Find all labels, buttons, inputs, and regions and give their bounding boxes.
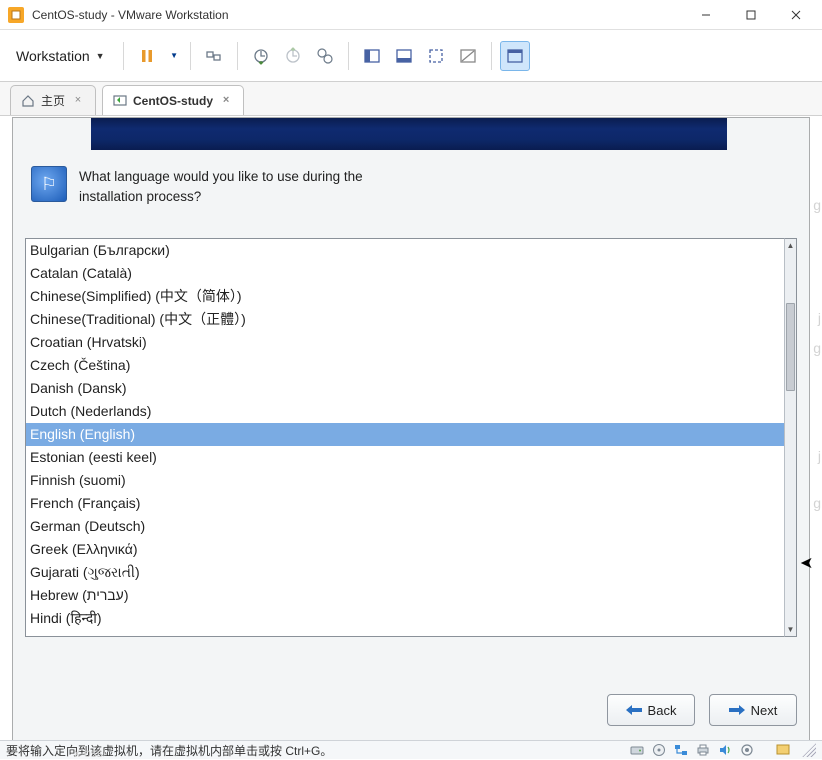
back-button-label: Back (648, 703, 677, 718)
harddisk-icon[interactable] (628, 742, 646, 758)
language-listbox[interactable]: Bulgarian (Български)Catalan (Català)Chi… (25, 238, 784, 637)
view-console-button[interactable] (389, 41, 419, 71)
view-sidebar-button[interactable] (357, 41, 387, 71)
network-icon[interactable] (672, 742, 690, 758)
language-option[interactable]: Bulgarian (Български) (26, 239, 784, 262)
bg-text: j (818, 448, 821, 464)
cdrom-icon[interactable] (650, 742, 668, 758)
unity-button[interactable] (453, 41, 483, 71)
tab-close-icon[interactable]: × (71, 94, 85, 108)
power-dropdown[interactable]: ▼ (164, 41, 182, 71)
next-button-label: Next (751, 703, 778, 718)
language-option[interactable]: Croatian (Hrvatski) (26, 331, 784, 354)
snapshot-revert-button[interactable] (278, 41, 308, 71)
prompt-line-1: What language would you like to use duri… (79, 167, 363, 187)
snapshot-manager-button[interactable] (310, 41, 340, 71)
language-option[interactable]: Czech (Čeština) (26, 354, 784, 377)
separator (123, 42, 124, 70)
language-option[interactable]: English (English) (26, 423, 784, 446)
bg-text: j (818, 310, 821, 326)
scroll-thumb[interactable] (786, 303, 795, 391)
pause-button[interactable] (132, 41, 162, 71)
bg-text: g (813, 340, 821, 356)
installer-prompt: What language would you like to use duri… (79, 166, 363, 206)
vmware-app-icon (8, 7, 24, 23)
titlebar: CentOS-study - VMware Workstation (0, 0, 822, 30)
status-device-icons (628, 742, 816, 758)
message-log-icon[interactable] (774, 742, 792, 758)
minimize-button[interactable] (683, 0, 728, 29)
separator (491, 42, 492, 70)
language-option[interactable]: Chinese(Simplified) (中文（简体）) (26, 285, 784, 308)
language-option[interactable]: Dutch (Nederlands) (26, 400, 784, 423)
language-option[interactable]: Danish (Dansk) (26, 377, 784, 400)
chevron-down-icon: ▼ (96, 51, 105, 61)
language-option[interactable]: Gujarati (ગુજરાતી) (26, 561, 784, 584)
sound-icon[interactable] (716, 742, 734, 758)
installer-banner (91, 118, 727, 150)
maximize-button[interactable] (728, 0, 773, 29)
bg-text: g (813, 495, 821, 511)
tab-vm[interactable]: CentOS-study × (102, 85, 244, 115)
tab-bar: 主页 × CentOS-study × (0, 82, 822, 116)
language-option[interactable]: French (Français) (26, 492, 784, 515)
language-option[interactable]: Finnish (suomi) (26, 469, 784, 492)
window-title: CentOS-study - VMware Workstation (32, 8, 683, 22)
tab-home-label: 主页 (41, 92, 65, 109)
fullscreen-button[interactable] (421, 41, 451, 71)
snapshot-take-button[interactable] (246, 41, 276, 71)
bg-text: g (813, 197, 821, 213)
send-ctrl-alt-del-button[interactable] (199, 41, 229, 71)
separator (348, 42, 349, 70)
stretch-guest-button[interactable] (500, 41, 530, 71)
toolbar: Workstation ▼ ▼ (0, 30, 822, 82)
usb-icon[interactable] (738, 742, 756, 758)
language-option[interactable]: Chinese(Traditional) (中文（正體）) (26, 308, 784, 331)
status-bar: 要将输入定向到该虚拟机，请在虚拟机内部单击或按 Ctrl+G。 (0, 740, 822, 759)
next-button[interactable]: Next (709, 694, 797, 726)
workstation-menu-label: Workstation (16, 48, 90, 64)
bg-bottom-text: x-oss- (74, 746, 107, 760)
language-option[interactable]: Catalan (Català) (26, 262, 784, 285)
vm-display-area[interactable]: ⚐ What language would you like to use du… (12, 117, 810, 746)
arrow-left-icon (626, 705, 642, 715)
prompt-line-2: installation process? (79, 187, 363, 207)
home-icon (21, 94, 35, 108)
language-option[interactable]: Hindi (हिन्दी) (26, 607, 784, 630)
close-button[interactable] (773, 0, 818, 29)
printer-icon[interactable] (694, 742, 712, 758)
language-globe-icon: ⚐ (31, 166, 67, 202)
workstation-menu[interactable]: Workstation ▼ (6, 44, 115, 68)
language-option[interactable]: Estonian (eesti keel) (26, 446, 784, 469)
tab-vm-label: CentOS-study (133, 94, 213, 108)
cursor-icon: ➤ (800, 553, 813, 573)
scroll-down-icon[interactable]: ▼ (785, 623, 796, 636)
language-option[interactable]: Hebrew (עברית) (26, 584, 784, 607)
language-scrollbar[interactable]: ▲ ▼ (784, 238, 797, 637)
tab-close-icon[interactable]: × (219, 94, 233, 108)
language-option[interactable]: Greek (Ελληνικά) (26, 538, 784, 561)
vm-icon (113, 94, 127, 108)
separator (237, 42, 238, 70)
resize-grip-icon[interactable] (802, 743, 816, 757)
arrow-right-icon (729, 705, 745, 715)
language-option[interactable]: German (Deutsch) (26, 515, 784, 538)
back-button[interactable]: Back (607, 694, 695, 726)
scroll-up-icon[interactable]: ▲ (785, 239, 796, 252)
separator (190, 42, 191, 70)
tab-home[interactable]: 主页 × (10, 85, 96, 115)
